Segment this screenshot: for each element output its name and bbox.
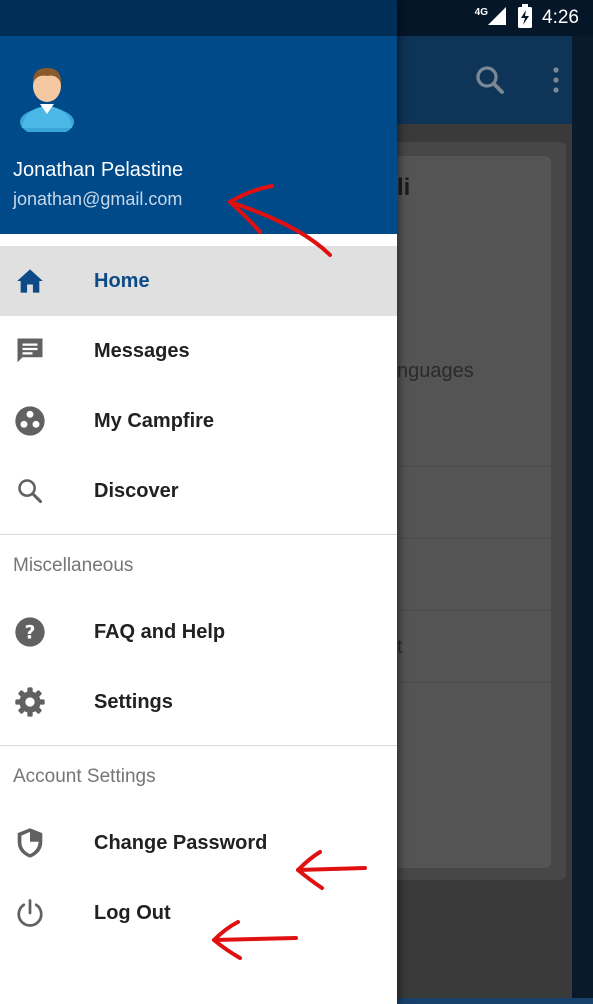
annotation-arrow-email (228, 184, 332, 257)
menu-item-settings[interactable]: Settings (0, 667, 397, 737)
help-icon: ? (14, 616, 46, 648)
user-name: Jonathan Pelastine (13, 159, 184, 181)
screen-edge (572, 0, 593, 1004)
drawer-status-area (0, 0, 397, 36)
menu-item-messages[interactable]: Messages (0, 316, 397, 386)
menu-item-label: Change Password (94, 831, 268, 854)
menu-item-faq-help[interactable]: ? FAQ and Help (0, 597, 397, 667)
card-divider (397, 682, 551, 683)
card-divider (397, 466, 551, 467)
search-icon (14, 475, 46, 507)
clock: 4:26 (542, 7, 579, 28)
card-title: li (397, 174, 411, 201)
menu-item-label: My Campfire (94, 409, 215, 432)
network-type: 4G (474, 6, 489, 18)
annotation-arrow-change-password (296, 850, 367, 890)
menu-item-label: Home (94, 269, 150, 292)
overflow-menu-icon[interactable] (544, 62, 568, 98)
section-title-miscellaneous: Miscellaneous (13, 555, 134, 576)
menu-item-label: Log Out (94, 901, 171, 924)
card-text: nguages (397, 360, 474, 382)
user-email: jonathan@gmail.com (13, 189, 183, 209)
menu-item-label: Settings (94, 690, 173, 713)
card-divider (397, 538, 551, 539)
menu-item-my-campfire[interactable]: My Campfire (0, 386, 397, 456)
gear-icon (14, 686, 46, 718)
status-indicators: 4G 4:26 (475, 0, 579, 36)
menu-item-label: Messages (94, 339, 190, 362)
menu-item-discover[interactable]: Discover (0, 456, 397, 526)
section-title-account-settings: Account Settings (13, 766, 156, 787)
campfire-icon (14, 405, 46, 437)
battery-charging-icon (518, 3, 533, 33)
message-icon (14, 335, 46, 367)
home-icon (14, 265, 46, 297)
menu-item-label: FAQ and Help (94, 620, 226, 643)
power-icon (14, 897, 46, 929)
signal-icon (486, 5, 508, 32)
svg-text:?: ? (25, 623, 36, 644)
drawer-menu: Home Messages My Campfire Discover Misce… (0, 246, 397, 948)
toolbar-search-icon[interactable] (470, 60, 510, 100)
menu-item-label: Discover (94, 479, 179, 502)
annotation-arrow-log-out (212, 920, 298, 960)
card-divider (397, 610, 551, 611)
card-text: t (397, 636, 403, 658)
avatar[interactable] (14, 62, 80, 136)
shield-icon (14, 827, 46, 859)
